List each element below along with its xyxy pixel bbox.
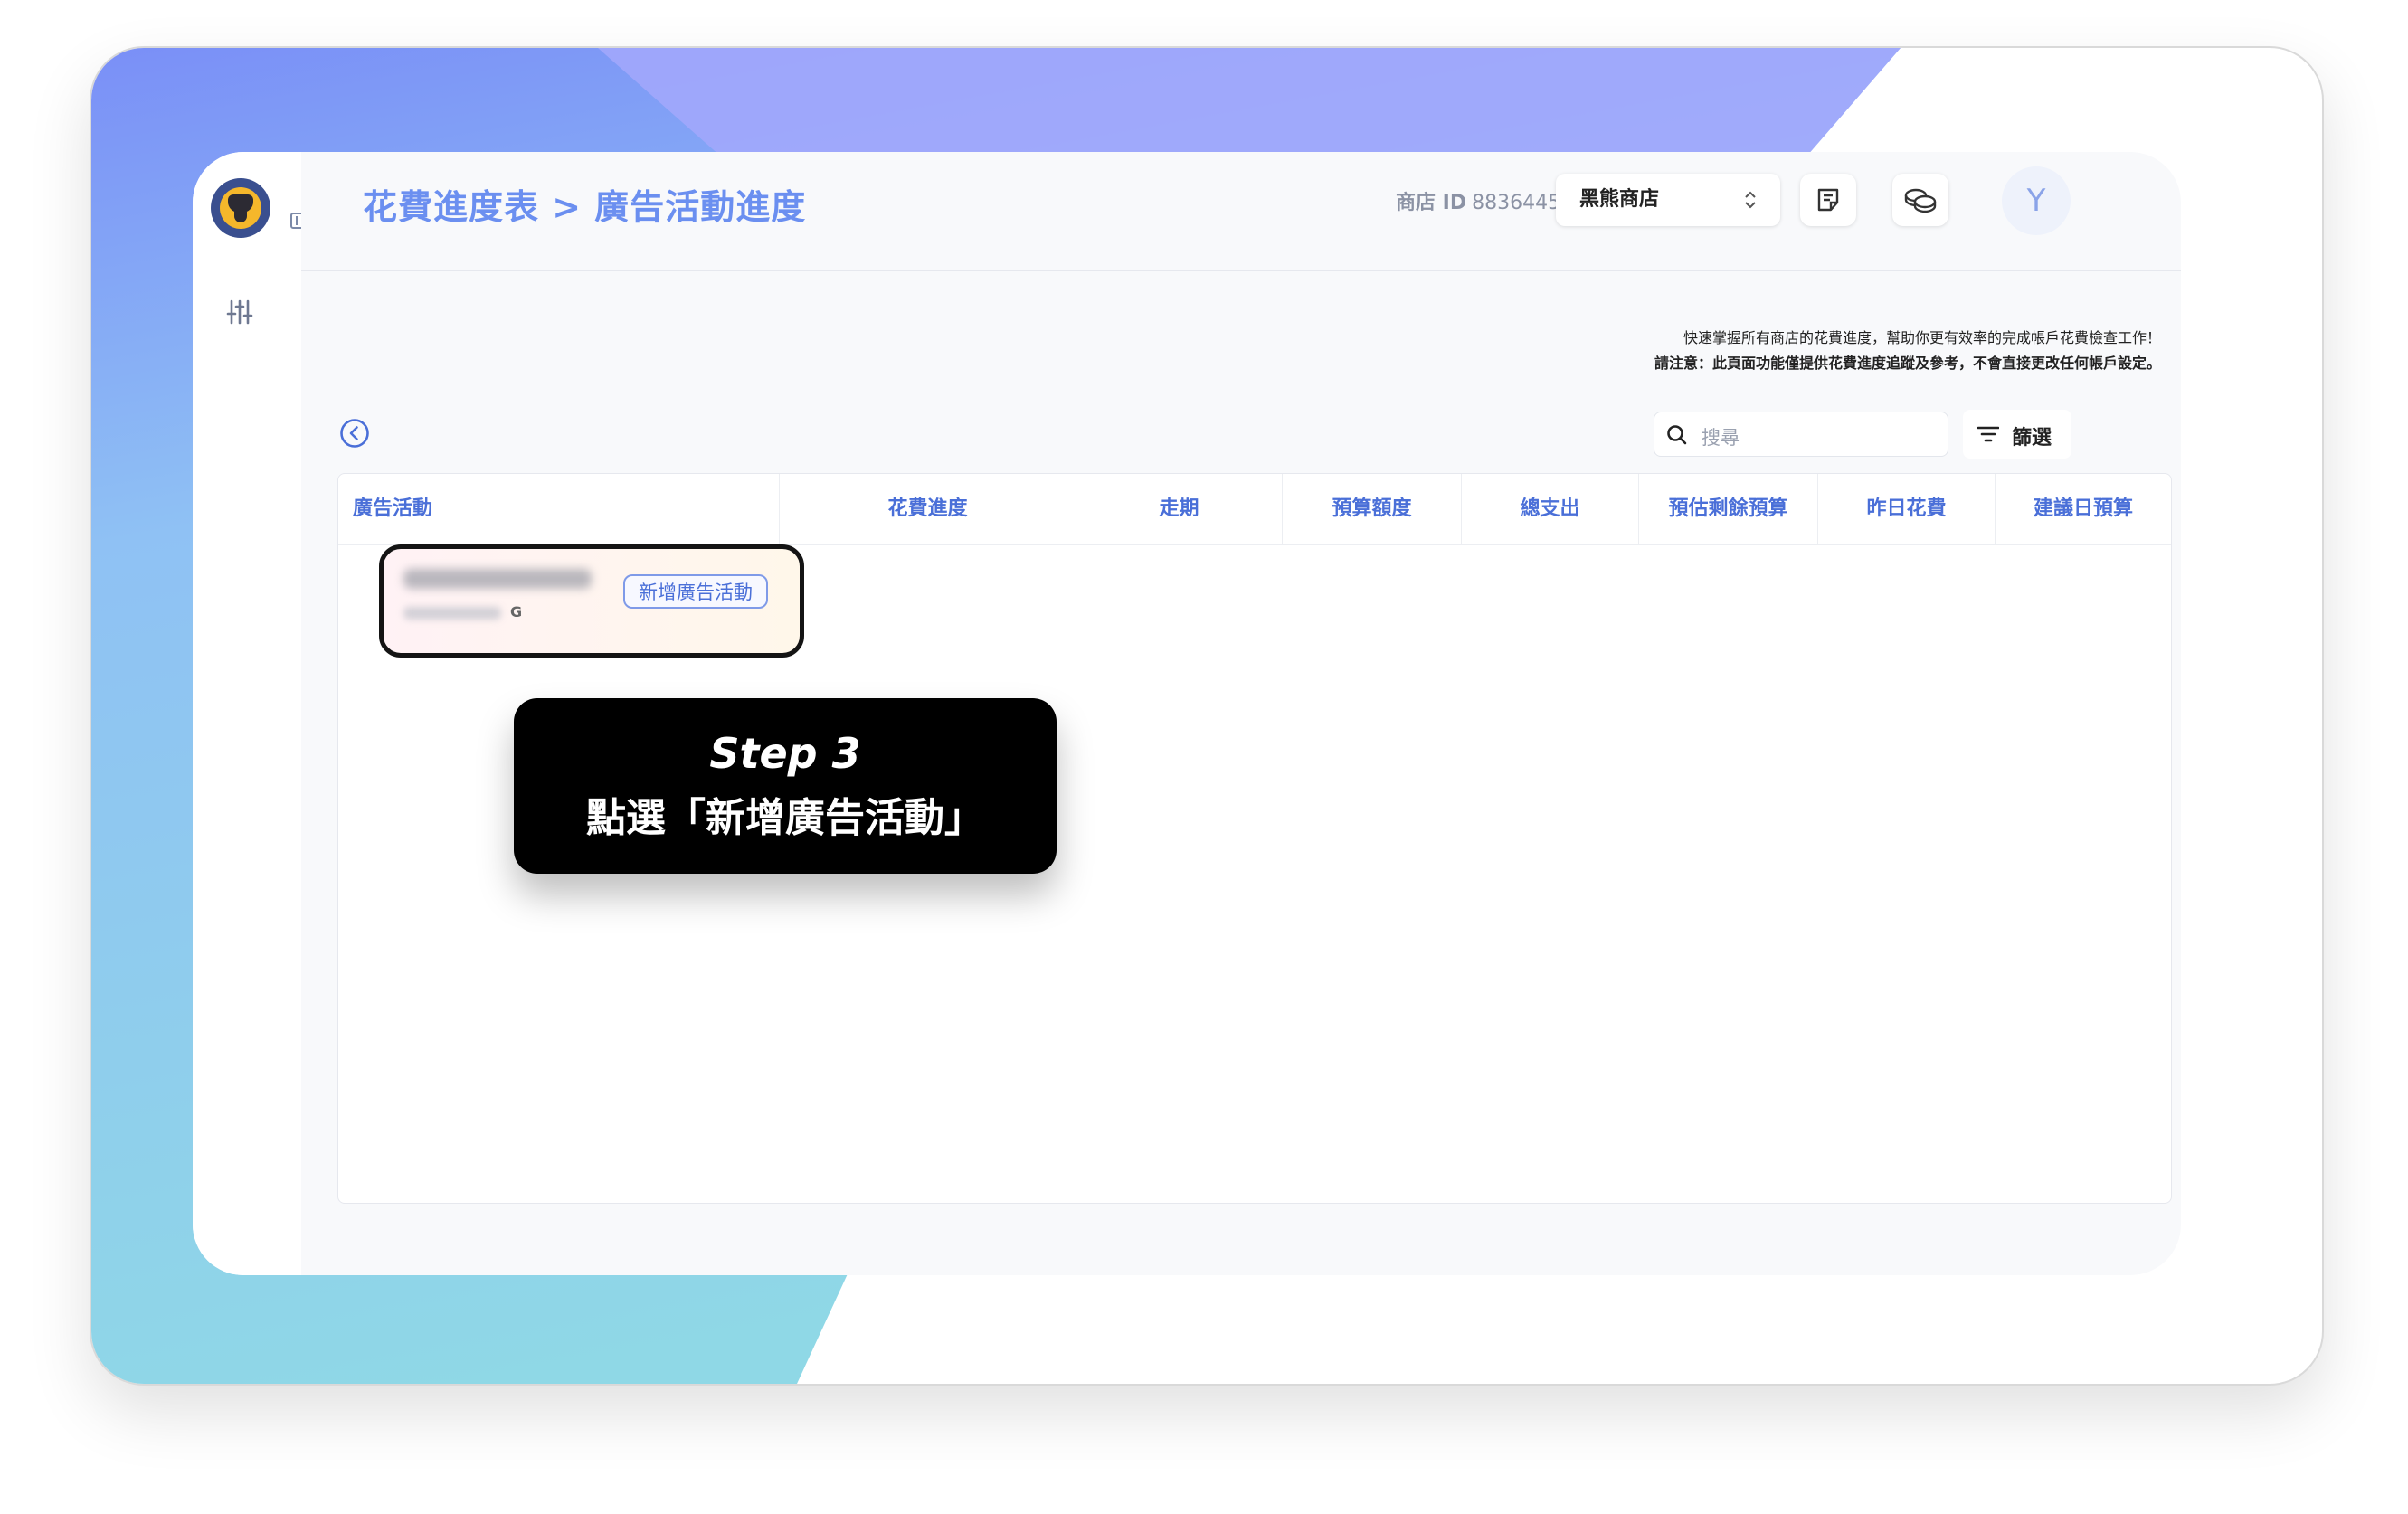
tooltip-description: 點選「新增廣告活動」 xyxy=(586,795,984,841)
column-header-suggested-daily-budget[interactable]: 建議日預算 xyxy=(1996,474,2171,544)
notice-line-1: 快速掌握所有商店的花費進度，幫助你更有效率的完成帳戶花費檢查工作！ xyxy=(1683,329,2161,346)
column-header-period[interactable]: 走期 xyxy=(1076,474,1283,544)
tooltip-step: Step 3 xyxy=(709,729,861,778)
table-row[interactable]: G 新增廣告活動 xyxy=(379,544,804,658)
filter-button[interactable]: 篩選 xyxy=(1963,410,2071,459)
column-header-remaining-budget[interactable]: 預估剩餘預算 xyxy=(1639,474,1818,544)
chevron-up-down-icon xyxy=(1745,191,1756,209)
add-campaign-button[interactable]: 新增廣告活動 xyxy=(623,574,768,609)
coins-button[interactable] xyxy=(1892,174,1948,226)
column-header-yesterday-spend[interactable]: 昨日花費 xyxy=(1818,474,1996,544)
breadcrumb[interactable]: 花費進度表 > 廣告活動進度 xyxy=(363,179,806,229)
table-header: 廣告活動 花費進度 走期 預算額度 總支出 預估剩餘預算 昨日花費 建議日預算 xyxy=(338,474,2171,545)
shop-id-label: 商店 ID xyxy=(1396,192,1467,214)
notice-line-2: 請注意：此頁面功能僅提供花費進度追蹤及參考，不會直接更改任何帳戶設定。 xyxy=(1654,355,2161,372)
back-circle-icon[interactable] xyxy=(339,418,370,449)
sidebar xyxy=(193,152,308,1275)
blurred-account-id xyxy=(403,607,501,620)
search-placeholder: 搜尋 xyxy=(1702,427,1740,449)
store-select-value: 黑熊商店 xyxy=(1579,188,1660,211)
app-window: 花費進度表 > 廣告活動進度 商店 ID 88364459 黑熊商店 Y 快速掌… xyxy=(193,152,2181,1275)
shop-id: 商店 ID 88364459 xyxy=(1396,186,1573,215)
column-header-spend-progress[interactable]: 花費進度 xyxy=(780,474,1076,544)
filter-icon xyxy=(1977,426,1999,442)
filter-label: 篩選 xyxy=(2012,427,2052,449)
coins-icon xyxy=(1904,188,1937,213)
google-icon: G xyxy=(510,603,523,620)
step-tooltip: Step 3 點選「新增廣告活動」 xyxy=(514,698,1057,874)
column-header-campaign[interactable]: 廣告活動 xyxy=(338,474,780,544)
blurred-account-name xyxy=(403,569,592,589)
column-header-budget[interactable]: 預算額度 xyxy=(1283,474,1462,544)
top-header: 花費進度表 > 廣告活動進度 商店 ID 88364459 黑熊商店 Y xyxy=(301,152,2181,271)
store-select[interactable]: 黑熊商店 xyxy=(1556,174,1780,226)
column-header-total-spend[interactable]: 總支出 xyxy=(1462,474,1639,544)
bear-logo[interactable] xyxy=(211,178,270,238)
page-notice: 快速掌握所有商店的花費進度，幫助你更有效率的完成帳戶花費檢查工作！ 請注意：此頁… xyxy=(1654,326,2161,376)
sliders-icon[interactable] xyxy=(226,298,253,326)
search-box[interactable]: 搜尋 xyxy=(1654,412,1948,457)
user-avatar[interactable]: Y xyxy=(2002,166,2071,235)
document-icon xyxy=(1817,188,1839,212)
search-icon xyxy=(1667,425,1687,445)
notes-button[interactable] xyxy=(1800,174,1856,226)
